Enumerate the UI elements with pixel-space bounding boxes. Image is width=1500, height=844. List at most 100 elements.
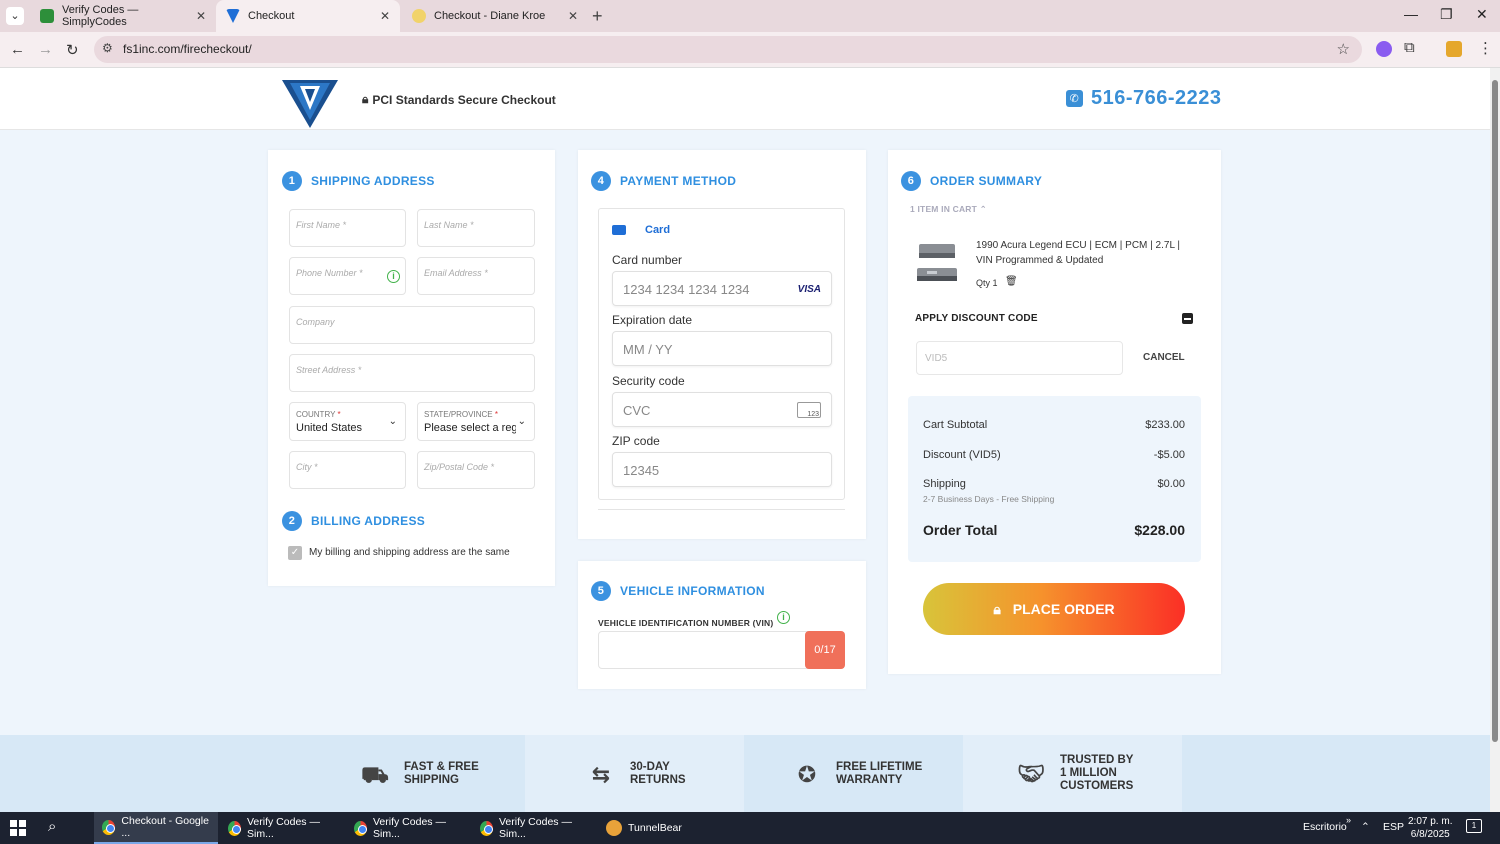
address-bar[interactable]: ⚙ fs1inc.com/firecheckout/ ☆	[94, 36, 1362, 63]
section-title-text: ORDER SUMMARY	[930, 174, 1043, 188]
lock-icon: 🔒︎	[993, 600, 1001, 617]
cvc-card-icon: 123	[797, 402, 821, 418]
search-icon[interactable]: ⌕	[48, 818, 56, 835]
browser-menu-icon[interactable]: ⋮	[1478, 39, 1493, 57]
restore-button[interactable]: ❐	[1440, 6, 1453, 23]
discount-code-title[interactable]: APPLY DISCOUNT CODE	[915, 313, 1038, 324]
close-icon[interactable]: ✕	[568, 9, 578, 23]
placeholder: City *	[296, 462, 318, 472]
chrome-icon	[228, 820, 241, 836]
language-indicator[interactable]: ESP	[1383, 821, 1404, 833]
placeholder: CVC	[623, 403, 651, 418]
tab-title: Checkout - Diane Kroe	[434, 10, 546, 22]
taskbar-chrome-checkout[interactable]: Checkout - Google ...	[94, 812, 218, 844]
page-scrollbar[interactable]	[1490, 68, 1500, 812]
product-title[interactable]: 1990 Acura Legend ECU | ECM | PCM | 2.7L…	[976, 238, 1191, 268]
taskbar-tunnelbear[interactable]: TunnelBear	[598, 812, 718, 844]
country-select[interactable]: COUNTRY * United States ⌄	[289, 402, 406, 441]
feature-text: 30-DAY RETURNS	[630, 761, 686, 786]
subtotal-label: Cart Subtotal	[923, 419, 988, 431]
tray-chevron-up-icon[interactable]: ⌃	[1361, 821, 1370, 833]
reload-icon[interactable]: ↻	[66, 41, 79, 59]
city-field[interactable]: City *	[289, 451, 406, 489]
placeholder: Street Address *	[296, 365, 362, 375]
vin-info: i	[777, 611, 790, 624]
forward-icon[interactable]: →	[38, 41, 53, 58]
site-info-icon[interactable]: ⚙	[102, 41, 113, 55]
place-order-button[interactable]: 🔒︎ PLACE ORDER	[923, 583, 1185, 635]
chrome-icon	[354, 820, 367, 836]
card-method-label[interactable]: Card	[645, 224, 670, 236]
last-name-field[interactable]: Last Name *	[417, 209, 535, 247]
discount-label: Discount (VID5)	[923, 449, 1001, 461]
same-address-checkbox[interactable]: ✓	[288, 546, 302, 560]
shipping-value: $0.00	[1157, 478, 1185, 490]
browser-tab-strip: ⌄ Verify Codes — SimplyCodes ✕ Checkout …	[0, 0, 1500, 32]
fs1-logo[interactable]	[282, 80, 338, 128]
site-header: 🔒︎ PCI Standards Secure Checkout ✆ 516-7…	[0, 68, 1490, 130]
tab-verify-codes[interactable]: Verify Codes — SimplyCodes ✕	[30, 0, 216, 32]
taskbar-chrome-verify-2[interactable]: Verify Codes — Sim...	[346, 812, 470, 844]
tab-checkout[interactable]: Checkout ✕	[216, 0, 400, 32]
zip-field[interactable]: Zip/Postal Code *	[417, 451, 535, 489]
section-title-text: VEHICLE INFORMATION	[620, 584, 765, 598]
phone-icon: ✆	[1066, 90, 1083, 107]
email-field[interactable]: Email Address *	[417, 257, 535, 295]
bookmark-star-icon[interactable]: ☆	[1337, 40, 1350, 58]
state-select[interactable]: STATE/PROVINCE * Please select a regi ⌄	[417, 402, 535, 441]
discount-code-value: VID5	[925, 353, 948, 364]
tab-title: Checkout	[248, 10, 295, 22]
tab-checkout-diane-kroe[interactable]: Checkout - Diane Kroe ✕	[402, 0, 588, 32]
first-name-field[interactable]: First Name *	[289, 209, 406, 247]
card-number-input[interactable]: 1234 1234 1234 1234 VISA	[612, 271, 832, 306]
info-icon[interactable]: i	[387, 270, 400, 283]
discount-code-input[interactable]: VID5	[916, 341, 1123, 375]
subtotal-value: $233.00	[1145, 419, 1185, 431]
toolbar-expand-icon[interactable]: »	[1346, 815, 1351, 825]
tab-title: Verify Codes — SimplyCodes	[61, 4, 139, 28]
desktop-toolbar[interactable]: Escritorio	[1303, 821, 1347, 833]
expiry-input[interactable]: MM / YY	[612, 331, 832, 366]
back-icon[interactable]: ←	[10, 41, 25, 58]
scrollbar-thumb[interactable]	[1492, 80, 1498, 742]
street-address-field[interactable]: Street Address *	[289, 354, 535, 392]
phone-number-link[interactable]: ✆ 516-766-2223	[1066, 87, 1222, 110]
tab-search-button[interactable]: ⌄	[6, 7, 24, 25]
info-icon[interactable]: i	[777, 611, 790, 624]
taskbar-label: Verify Codes — Sim...	[373, 816, 446, 840]
cvc-input[interactable]: CVC 123	[612, 392, 832, 427]
notifications-icon[interactable]: 1	[1466, 819, 1482, 833]
extension-icon[interactable]	[1376, 41, 1392, 57]
collapse-minus-icon[interactable]	[1182, 313, 1193, 324]
cart-items-count: 1 ITEM IN CART	[910, 204, 978, 214]
placeholder: Phone Number *	[296, 268, 363, 278]
zip-code-label: ZIP code	[612, 434, 660, 448]
profile-icon[interactable]	[1446, 41, 1462, 57]
browser-toolbar: ← → ↻ ⚙ fs1inc.com/firecheckout/ ☆ ⧉ ⋮	[0, 32, 1500, 68]
system-clock[interactable]: 2:07 p. m. 6/8/2025	[1408, 815, 1452, 841]
trash-icon[interactable]: 🗑︎	[1005, 276, 1018, 287]
chrome-icon	[102, 819, 116, 835]
company-field[interactable]: Company	[289, 306, 535, 344]
taskbar-chrome-verify-1[interactable]: Verify Codes — Sim...	[220, 812, 344, 844]
truck-icon: ⛟	[361, 761, 389, 787]
same-address-label[interactable]: My billing and shipping address are the …	[309, 547, 510, 558]
close-icon[interactable]: ✕	[196, 9, 206, 23]
chevron-down-icon: ⌄	[517, 416, 526, 427]
product-image[interactable]	[915, 240, 959, 284]
minimize-button[interactable]: —	[1404, 6, 1418, 22]
feature-text: TRUSTED BY 1 MILLION CUSTOMERS	[1060, 754, 1134, 792]
zip-code-input[interactable]: 12345	[612, 452, 832, 487]
close-icon[interactable]: ✕	[380, 9, 390, 23]
cart-items-toggle[interactable]: 1 ITEM IN CART ⌃	[910, 204, 987, 215]
windows-start-icon[interactable]	[10, 820, 26, 836]
new-tab-button[interactable]: +	[592, 6, 603, 27]
phone-field[interactable]: Phone Number * i	[289, 257, 406, 295]
taskbar-chrome-verify-3[interactable]: Verify Codes — Sim...	[472, 812, 596, 844]
tunnelbear-icon	[606, 820, 622, 836]
shipping-label: Shipping	[923, 478, 966, 490]
extensions-puzzle-icon[interactable]: ⧉	[1404, 39, 1415, 56]
close-window-button[interactable]: ✕	[1476, 6, 1488, 23]
chevron-up-icon: ⌃	[979, 204, 987, 214]
cancel-discount-button[interactable]: CANCEL	[1143, 352, 1185, 363]
